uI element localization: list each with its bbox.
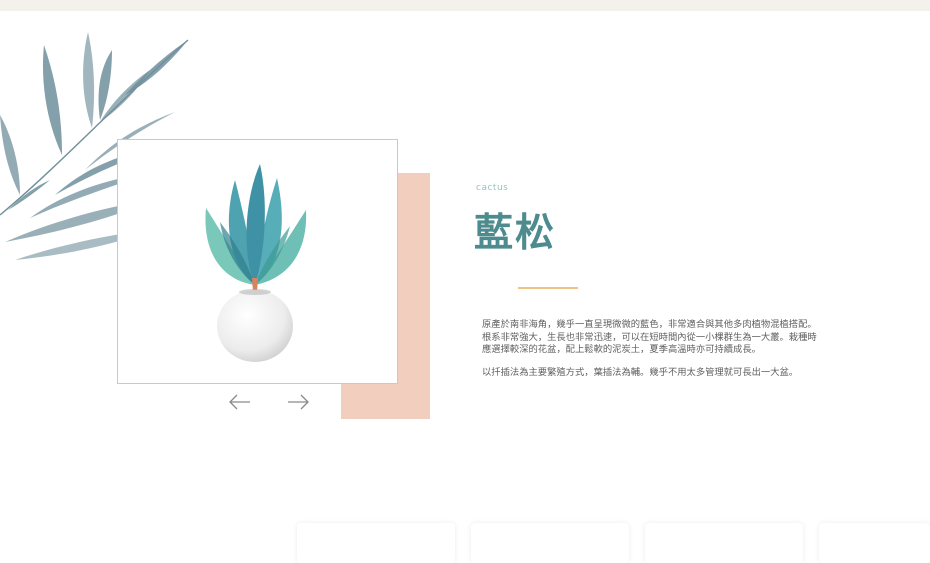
title-divider [518, 287, 578, 289]
product-description: 原產於南非海角，幾乎一直呈現微微的藍色，非常適合與其他多肉植物混植搭配。 根系非… [482, 319, 817, 356]
succulent-leaves [205, 164, 307, 285]
succulent-plant-icon [205, 164, 307, 362]
thumbnail-card-3[interactable] [645, 523, 803, 563]
arrow-left-icon [229, 394, 250, 410]
thumbnail-card-2[interactable] [471, 523, 629, 563]
thumbnail-card-4[interactable] [819, 523, 930, 563]
arrow-right-icon [288, 394, 309, 410]
prev-arrow-button[interactable] [228, 392, 252, 412]
white-pot [217, 290, 293, 362]
thumbnail-card-1[interactable] [297, 523, 455, 563]
top-bar [0, 0, 930, 11]
product-propagation: 以扦插法為主要繁殖方式，葉插法為輔。幾乎不用太多管理就可長出一大盆。 [482, 367, 799, 378]
product-name: 藍松 [474, 211, 557, 256]
product-category: cactus [476, 183, 509, 193]
next-arrow-button[interactable] [286, 392, 310, 412]
